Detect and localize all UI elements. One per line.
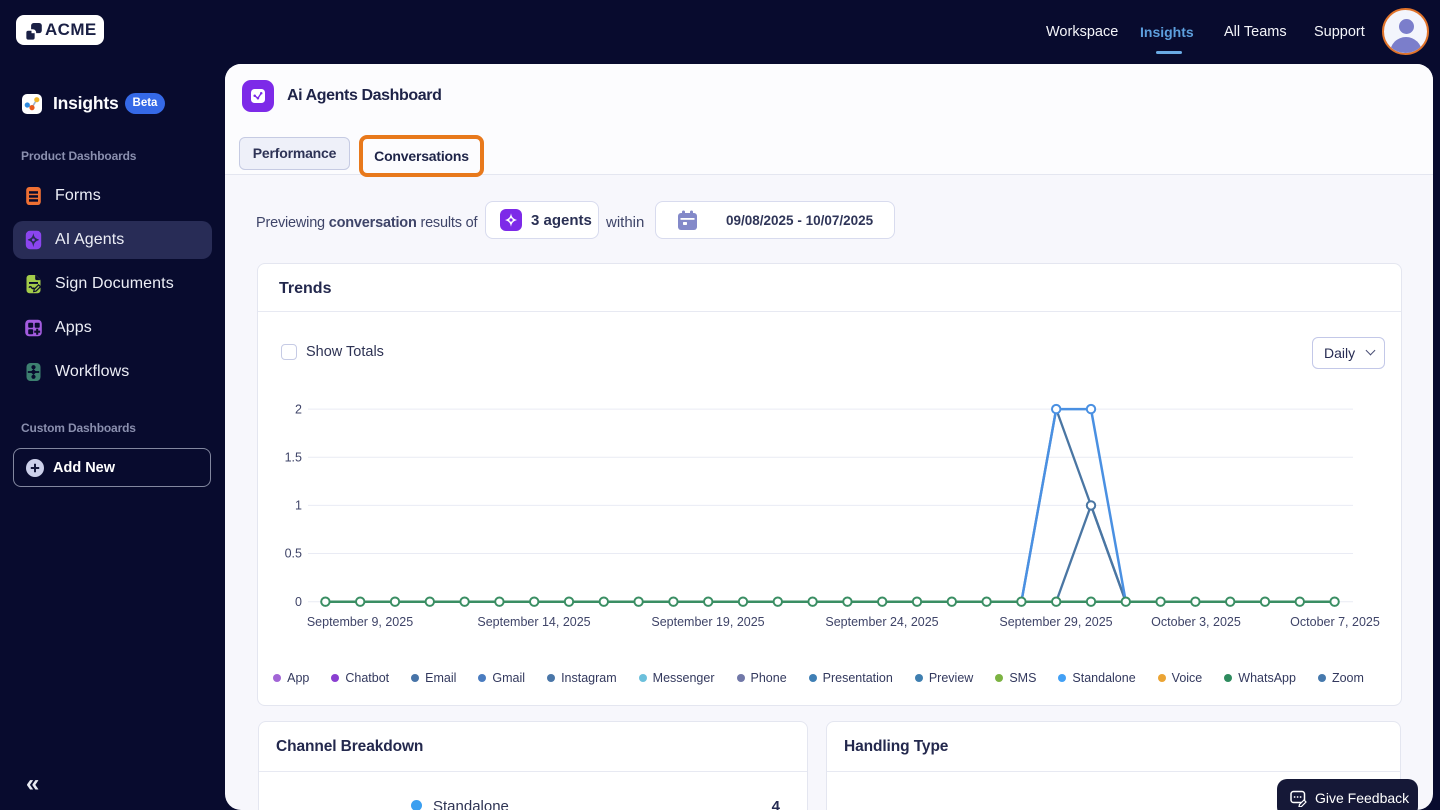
svg-text:1.5: 1.5 xyxy=(285,451,302,465)
svg-text:October 3, 2025: October 3, 2025 xyxy=(1151,615,1241,629)
svg-text:September 19, 2025: September 19, 2025 xyxy=(651,615,764,629)
svg-text:0.5: 0.5 xyxy=(285,547,302,561)
svg-text:0: 0 xyxy=(295,595,302,609)
svg-text:September 14, 2025: September 14, 2025 xyxy=(477,615,590,629)
svg-text:1: 1 xyxy=(295,499,302,513)
svg-text:2: 2 xyxy=(295,403,302,417)
svg-text:October 7, 2025: October 7, 2025 xyxy=(1290,615,1380,629)
svg-text:September 24, 2025: September 24, 2025 xyxy=(825,615,938,629)
svg-text:September 29, 2025: September 29, 2025 xyxy=(999,615,1112,629)
svg-text:September 9, 2025: September 9, 2025 xyxy=(307,615,413,629)
